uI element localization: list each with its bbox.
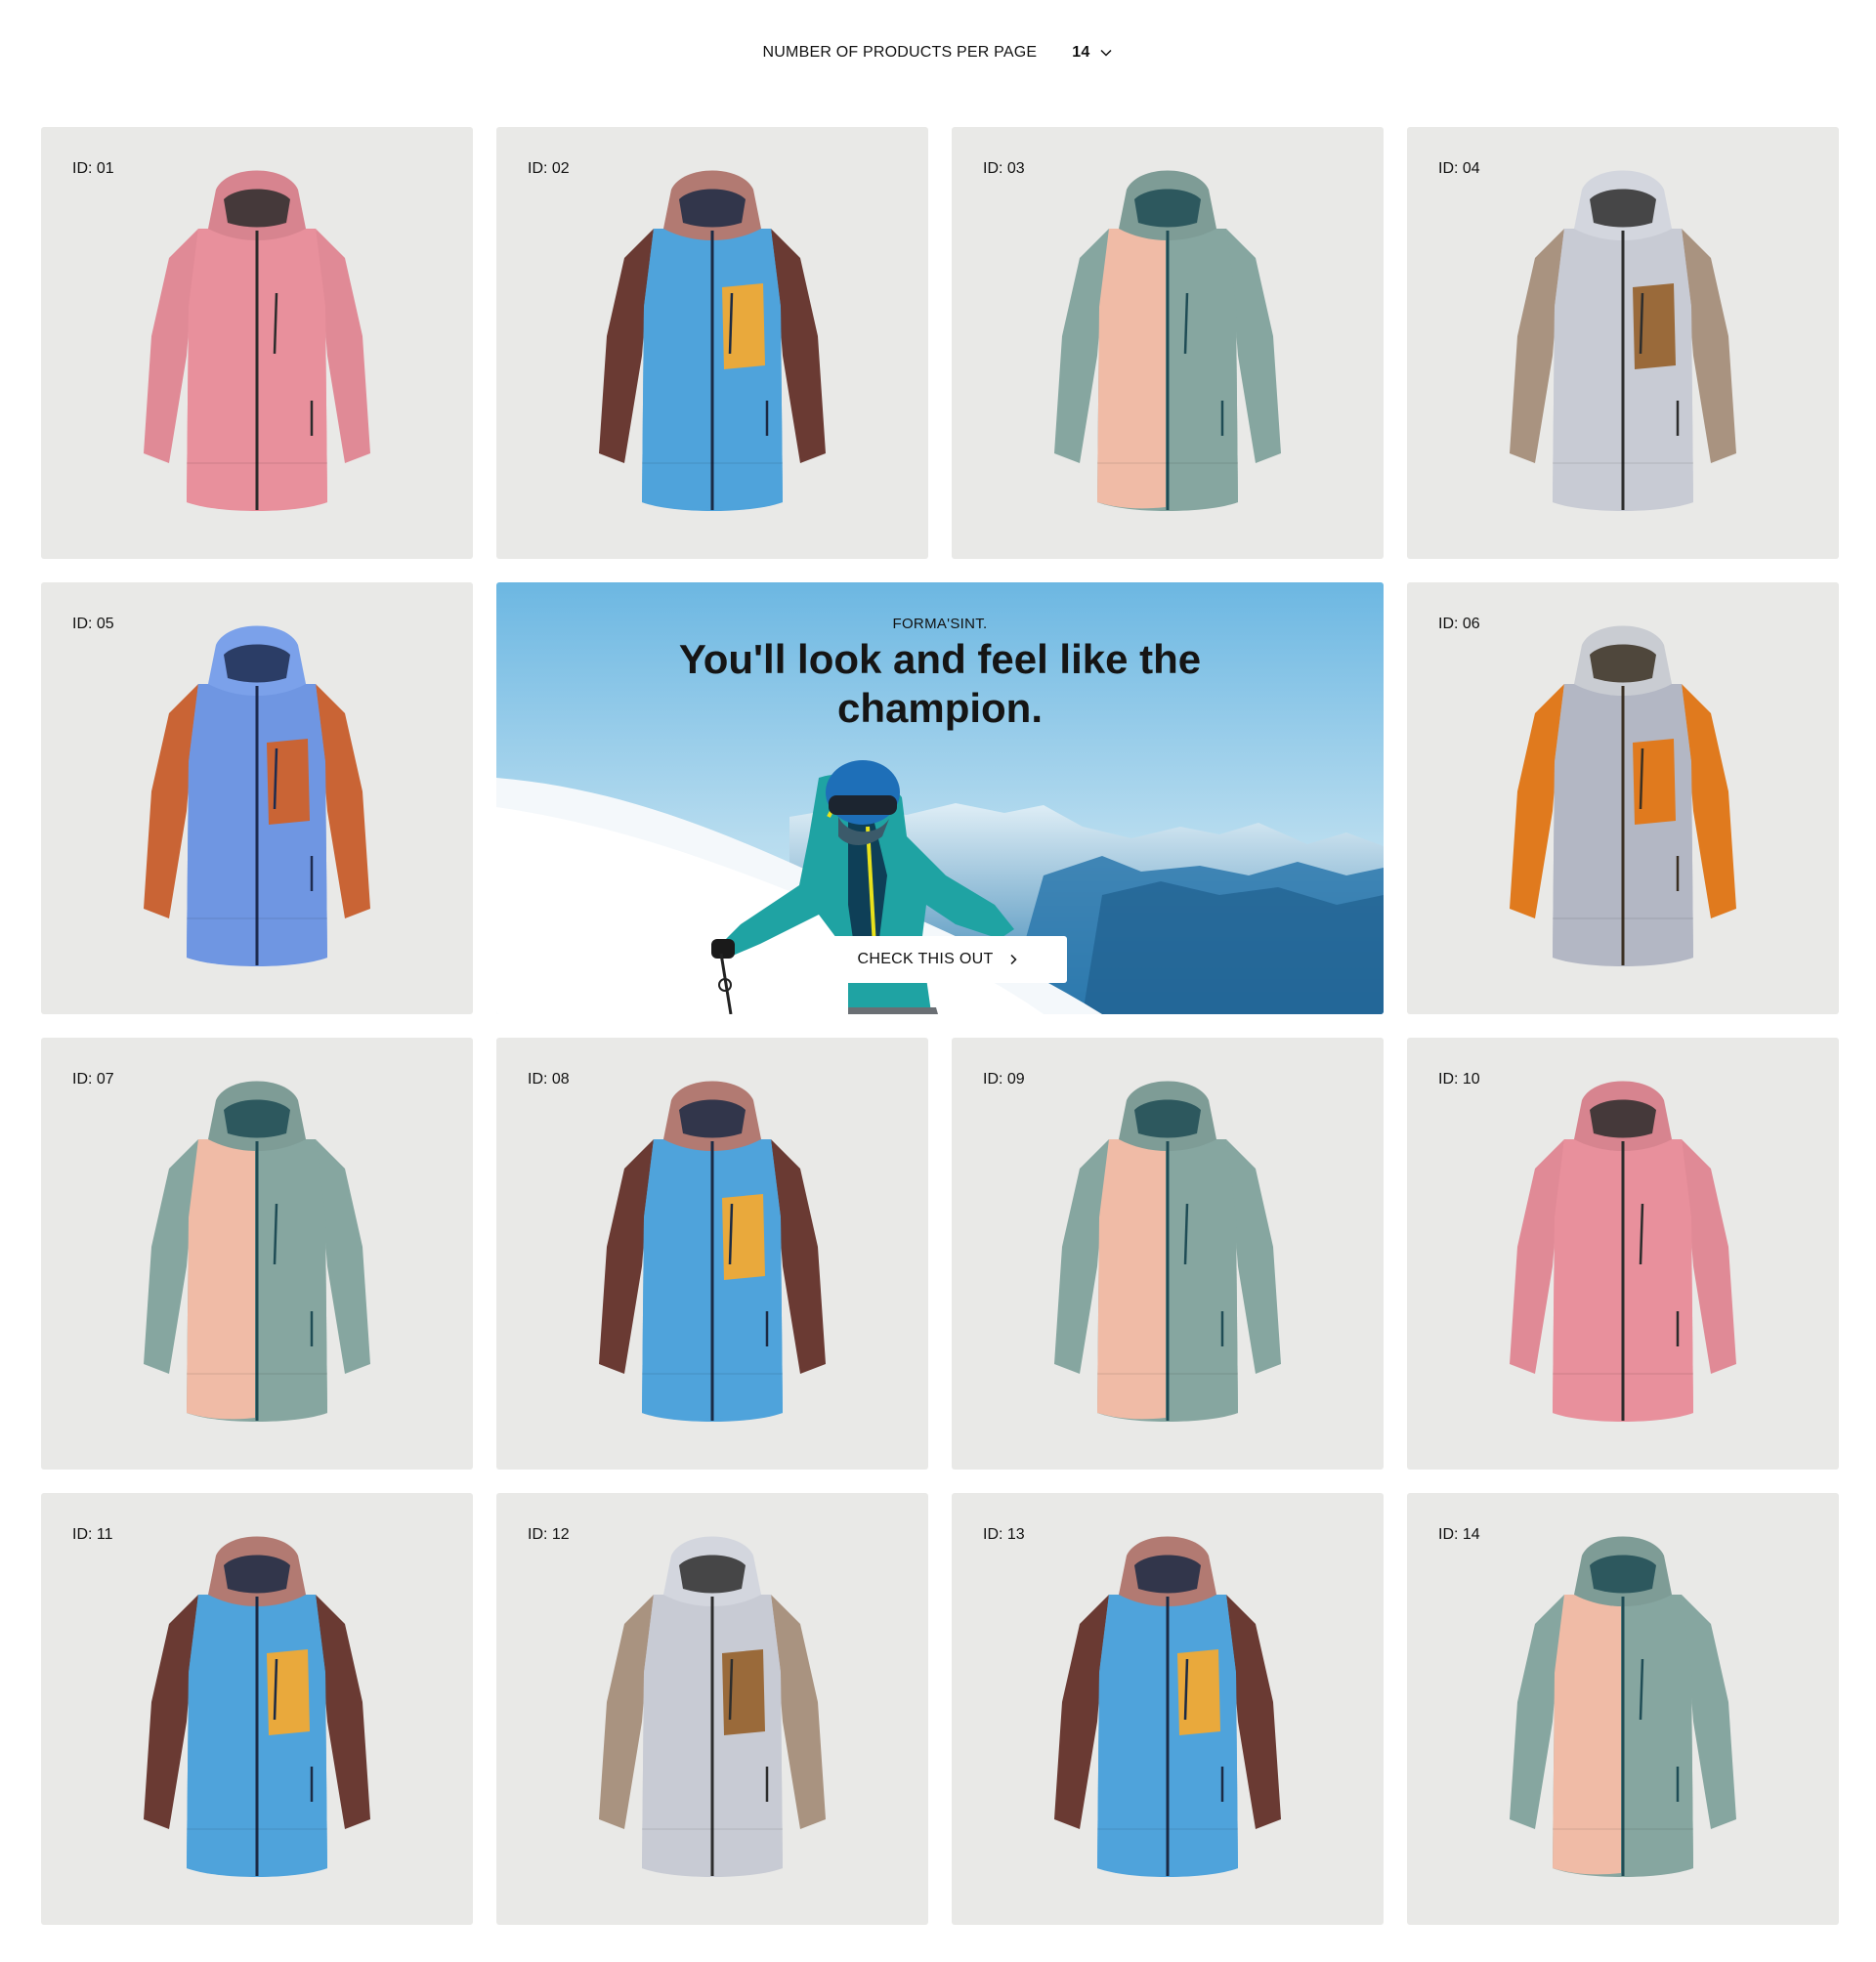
product-id-label: ID: 04: [1438, 160, 1480, 177]
jacket-image: [144, 625, 370, 966]
product-grid: ID: 01 ID: 02 ID: 03 ID: 04 ID: 05 FORMA…: [41, 127, 1839, 1925]
product-card[interactable]: ID: 04: [1407, 127, 1839, 559]
product-card[interactable]: ID: 10: [1407, 1038, 1839, 1470]
product-id-label: ID: 07: [72, 1071, 114, 1088]
product-id-label: ID: 13: [983, 1526, 1025, 1543]
jacket-image: [1054, 170, 1281, 511]
product-card[interactable]: ID: 06: [1407, 582, 1839, 1014]
product-card[interactable]: ID: 09: [952, 1038, 1384, 1470]
jacket-image: [1510, 1081, 1736, 1422]
product-id-label: ID: 10: [1438, 1071, 1480, 1088]
product-card[interactable]: ID: 05: [41, 582, 473, 1014]
product-id-label: ID: 08: [528, 1071, 570, 1088]
product-card[interactable]: ID: 02: [496, 127, 928, 559]
product-card[interactable]: ID: 11: [41, 1493, 473, 1925]
product-card[interactable]: ID: 01: [41, 127, 473, 559]
jacket-image: [1510, 625, 1736, 966]
jacket-image: [599, 170, 826, 511]
promo-banner[interactable]: FORMA'SINT. You'll look and feel like th…: [496, 582, 1384, 1014]
product-card[interactable]: ID: 12: [496, 1493, 928, 1925]
product-id-label: ID: 06: [1438, 616, 1480, 632]
product-card[interactable]: ID: 08: [496, 1038, 928, 1470]
product-id-label: ID: 02: [528, 160, 570, 177]
jacket-image: [599, 1536, 826, 1877]
product-card[interactable]: ID: 13: [952, 1493, 1384, 1925]
product-card[interactable]: ID: 14: [1407, 1493, 1839, 1925]
per-page-select[interactable]: 14: [1072, 44, 1113, 62]
jacket-image: [144, 170, 370, 511]
jacket-image: [1510, 170, 1736, 511]
product-id-label: ID: 05: [72, 616, 114, 632]
jacket-image: [144, 1081, 370, 1422]
banner-brand: FORMA'SINT.: [892, 616, 988, 632]
check-this-out-button[interactable]: CHECK THIS OUT: [809, 936, 1067, 983]
jacket-image: [599, 1081, 826, 1422]
cta-label: CHECK THIS OUT: [857, 951, 994, 967]
product-id-label: ID: 11: [72, 1526, 113, 1543]
product-id-label: ID: 12: [528, 1526, 570, 1543]
banner-headline: You'll look and feel like the champion.: [678, 636, 1202, 731]
jacket-image: [1054, 1536, 1281, 1877]
per-page-label: NUMBER OF PRODUCTS PER PAGE: [762, 44, 1038, 61]
product-id-label: ID: 09: [983, 1071, 1025, 1088]
jacket-image: [144, 1536, 370, 1877]
chevron-right-icon: [1009, 954, 1017, 965]
chevron-down-icon: [1100, 49, 1112, 57]
per-page-value: 14: [1072, 44, 1090, 61]
product-card[interactable]: ID: 07: [41, 1038, 473, 1470]
product-id-label: ID: 01: [72, 160, 114, 177]
product-card[interactable]: ID: 03: [952, 127, 1384, 559]
product-id-label: ID: 03: [983, 160, 1025, 177]
products-per-page-control: NUMBER OF PRODUCTS PER PAGE 14: [0, 41, 1876, 64]
jacket-image: [1510, 1536, 1736, 1877]
jacket-image: [1054, 1081, 1281, 1422]
product-id-label: ID: 14: [1438, 1526, 1480, 1543]
